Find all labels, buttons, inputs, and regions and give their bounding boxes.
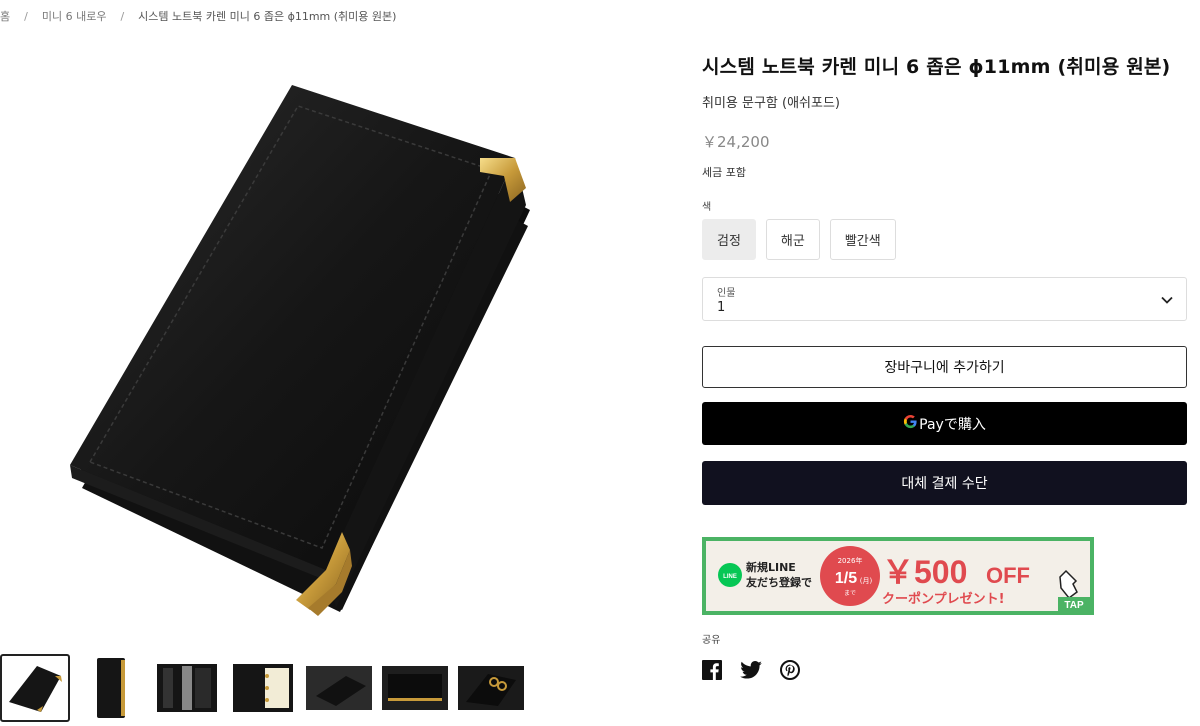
banner-amount: ￥500	[882, 554, 967, 590]
product-price: ￥24,200	[702, 133, 770, 151]
banner-date-day: (月)	[860, 577, 873, 585]
quantity-select[interactable]: 인물 1	[702, 277, 1187, 321]
product-vendor: 취미용 문구함 (애쉬포드)	[702, 96, 841, 111]
chevron-down-icon	[1160, 292, 1174, 311]
banner-date: 1/5	[835, 570, 857, 587]
color-option-navy[interactable]: 해군	[765, 219, 820, 260]
thumbnail-3[interactable]	[152, 654, 222, 722]
banner-line2: 友だち登録で	[746, 575, 812, 589]
line-coupon-banner[interactable]: LINE 新規LINE 友だち登録で 2026年 1/5 (月) まで ￥500…	[702, 537, 1094, 615]
breadcrumb-current: 시스템 노트북 카렌 미니 6 좁은 ϕ11mm (취미용 원본)	[138, 10, 397, 23]
breadcrumb-home[interactable]: 홈	[0, 8, 10, 24]
color-option-black[interactable]: 검정	[702, 219, 756, 260]
thumbnail-strip	[0, 654, 532, 722]
product-title: 시스템 노트북 카렌 미니 6 좁은 ϕ11mm (취미용 원본)	[702, 56, 1171, 78]
thumbnail-6[interactable]	[380, 654, 450, 722]
banner-line1: 新規LINE	[746, 560, 796, 574]
breadcrumb-separator: /	[120, 9, 125, 23]
breadcrumb: 홈 / 미니 6 내로우 / 시스템 노트북 카렌 미니 6 좁은 ϕ11mm …	[0, 8, 396, 24]
thumbnail-5[interactable]	[304, 654, 374, 722]
banner-coupon: クーポンプレゼント!	[882, 591, 1005, 607]
google-pay-label: Payで購入	[919, 416, 986, 433]
banner-off: OFF	[986, 563, 1030, 588]
tax-note: 세금 포함	[702, 166, 746, 179]
thumbnail-7[interactable]	[456, 654, 526, 722]
google-pay-button[interactable]: Payで購入	[702, 402, 1187, 445]
color-option-label: 색	[702, 202, 712, 213]
banner-date-year: 2026年	[838, 556, 863, 565]
facebook-icon[interactable]	[702, 660, 722, 680]
breadcrumb-separator: /	[24, 9, 28, 23]
add-to-cart-button[interactable]: 장바구니에 추가하기	[702, 346, 1187, 388]
twitter-icon[interactable]	[740, 661, 762, 679]
google-g-icon	[903, 414, 918, 434]
share-links	[702, 660, 1187, 680]
product-main-image[interactable]	[60, 80, 540, 620]
thumbnail-1[interactable]	[0, 654, 70, 722]
share-label: 공유	[702, 635, 721, 646]
breadcrumb-collection[interactable]: 미니 6 내로우	[42, 8, 107, 24]
quantity-value: 1	[717, 300, 726, 315]
quantity-label: 인물	[717, 288, 736, 299]
banner-tap: TAP	[1064, 600, 1084, 611]
color-options: 검정 해군 빨간색	[702, 219, 1187, 260]
thumbnail-4[interactable]	[228, 654, 298, 722]
line-logo-text: LINE	[723, 574, 737, 580]
thumbnail-2[interactable]	[76, 654, 146, 722]
product-info: 시스템 노트북 카렌 미니 6 좁은 ϕ11mm (취미용 원본) 취미용 문구…	[702, 52, 1187, 680]
pinterest-icon[interactable]	[780, 660, 800, 680]
color-option-red[interactable]: 빨간색	[829, 219, 896, 260]
alternative-payment-button[interactable]: 대체 결제 수단	[702, 461, 1187, 505]
banner-date-suffix: まで	[844, 590, 856, 597]
